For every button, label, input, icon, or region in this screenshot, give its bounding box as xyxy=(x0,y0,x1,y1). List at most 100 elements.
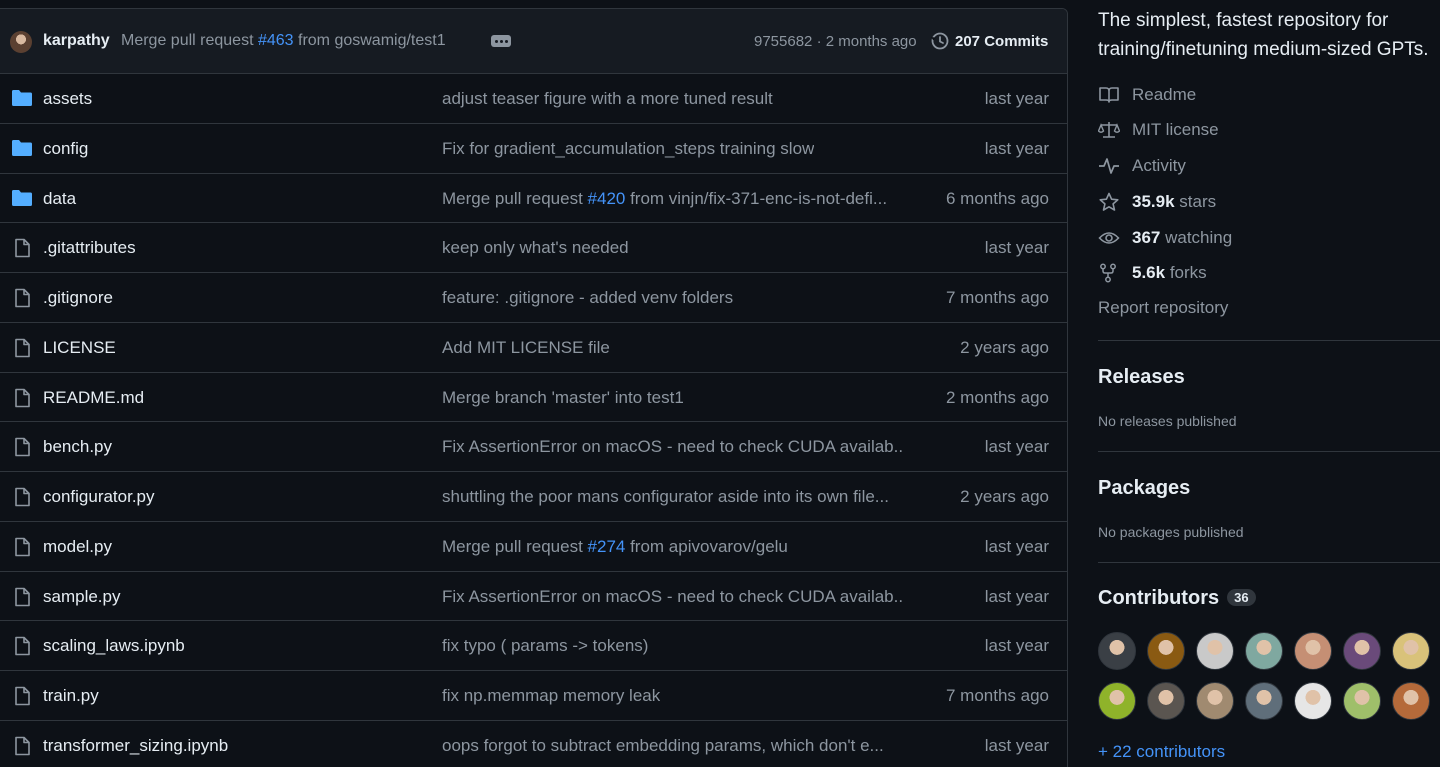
commit-message-text[interactable]: shuttling the poor mans configurator asi… xyxy=(442,487,889,506)
commit-message-text[interactable]: Add MIT LICENSE file xyxy=(442,338,610,357)
contributor-avatar[interactable] xyxy=(1343,632,1381,670)
file-commit-message[interactable]: fix np.memmap memory leak xyxy=(442,686,660,706)
file-commit-message[interactable]: oops forgot to subtract embedding params… xyxy=(442,736,884,756)
watching-label: watching xyxy=(1160,228,1233,247)
file-commit-message[interactable]: fix typo ( params -> tokens) xyxy=(442,636,648,656)
file-name[interactable]: data xyxy=(43,189,76,209)
contributor-avatar[interactable] xyxy=(1098,632,1136,670)
file-commit-message[interactable]: shuttling the poor mans configurator asi… xyxy=(442,487,889,507)
file-commit-age: last year xyxy=(984,437,1049,457)
pr-link[interactable]: #420 xyxy=(588,189,626,208)
contributor-avatar[interactable] xyxy=(1343,682,1381,720)
file-icon xyxy=(12,487,32,512)
commit-message-text[interactable]: Fix AssertionError on macOS - need to ch… xyxy=(442,587,904,606)
file-commit-message[interactable]: feature: .gitignore - added venv folders xyxy=(442,288,733,308)
contributor-avatar[interactable] xyxy=(1147,632,1185,670)
file-row[interactable]: assets adjust teaser figure with a more t… xyxy=(0,74,1067,124)
activity-label: Activity xyxy=(1132,156,1186,175)
file-name[interactable]: scaling_laws.ipynb xyxy=(43,636,185,656)
commit-author[interactable]: karpathy xyxy=(43,32,110,50)
file-commit-message[interactable]: Add MIT LICENSE file xyxy=(442,338,610,358)
file-name[interactable]: sample.py xyxy=(43,587,120,607)
file-commit-message[interactable]: Merge branch 'master' into test1 xyxy=(442,388,684,408)
file-commit-message[interactable]: adjust teaser figure with a more tuned r… xyxy=(442,89,773,109)
file-row[interactable]: train.py fix np.memmap memory leak 7 month… xyxy=(0,671,1067,721)
contributor-avatar[interactable] xyxy=(1392,682,1430,720)
packages-heading[interactable]: Packages xyxy=(1098,477,1190,500)
contributor-avatar[interactable] xyxy=(1392,632,1430,670)
commit-message-prefix[interactable]: Merge pull request xyxy=(442,189,588,208)
file-name[interactable]: model.py xyxy=(43,537,112,557)
contributor-avatar[interactable] xyxy=(1196,632,1234,670)
commit-message-suffix[interactable]: from vinjn/fix-371-enc-is-not-defi... xyxy=(625,189,887,208)
file-row[interactable]: model.py Merge pull request #274 from api… xyxy=(0,522,1067,572)
commit-message-text[interactable]: fix np.memmap memory leak xyxy=(442,686,660,705)
commit-message-prefix[interactable]: Merge pull request xyxy=(442,537,588,556)
file-name[interactable]: config xyxy=(43,139,88,159)
file-name[interactable]: train.py xyxy=(43,686,99,706)
pr-link[interactable]: #274 xyxy=(588,537,626,556)
more-contributors-link[interactable]: + 22 contributors xyxy=(1098,742,1225,762)
commit-message-text[interactable]: Fix for gradient_accumulation_steps trai… xyxy=(442,139,814,158)
file-name[interactable]: LICENSE xyxy=(43,338,116,358)
book-icon xyxy=(1099,87,1119,103)
commit-sha-time[interactable]: 9755682 · 2 months ago xyxy=(754,33,917,50)
file-name[interactable]: transformer_sizing.ipynb xyxy=(43,736,228,756)
contributor-avatar[interactable] xyxy=(1147,682,1185,720)
stars-label: stars xyxy=(1174,192,1217,211)
contributor-avatar[interactable] xyxy=(1294,682,1332,720)
file-row[interactable]: .gitignore feature: .gitignore - added ve… xyxy=(0,273,1067,323)
contributor-avatar[interactable] xyxy=(1294,632,1332,670)
file-commit-message[interactable]: keep only what's needed xyxy=(442,238,629,258)
releases-heading[interactable]: Releases xyxy=(1098,366,1185,389)
file-row[interactable]: configurator.py shuttling the poor mans c… xyxy=(0,472,1067,522)
commit-message[interactable]: Merge pull request #463 from goswamig/te… xyxy=(121,32,446,50)
commit-message-text[interactable]: fix typo ( params -> tokens) xyxy=(442,636,648,655)
contributor-avatar[interactable] xyxy=(1245,682,1283,720)
commit-message-suffix[interactable]: from apivovarov/gelu xyxy=(625,537,788,556)
file-name[interactable]: .gitignore xyxy=(43,288,113,308)
file-commit-message[interactable]: Fix AssertionError on macOS - need to ch… xyxy=(442,587,904,607)
commit-message-text[interactable]: Fix AssertionError on macOS - need to ch… xyxy=(442,437,904,456)
file-name[interactable]: configurator.py xyxy=(43,487,155,507)
file-commit-age: last year xyxy=(984,238,1049,258)
report-repository-link[interactable]: Report repository xyxy=(1098,298,1228,318)
forks-count: 5.6k xyxy=(1132,263,1166,282)
contributor-avatar[interactable] xyxy=(1196,682,1234,720)
commit-details-ellipsis-button[interactable] xyxy=(491,35,511,47)
file-commit-age: 2 years ago xyxy=(960,487,1049,506)
watching-text: 367 watching xyxy=(1132,228,1232,248)
file-commit-message[interactable]: Fix for gradient_accumulation_steps trai… xyxy=(442,139,814,159)
file-commit-message[interactable]: Fix AssertionError on macOS - need to ch… xyxy=(442,437,904,457)
contributor-avatar[interactable] xyxy=(1245,632,1283,670)
readme-label: Readme xyxy=(1132,85,1197,104)
file-name[interactable]: bench.py xyxy=(43,437,112,457)
commit-message-text[interactable]: keep only what's needed xyxy=(442,238,629,257)
file-row[interactable]: transformer_sizing.ipynb oops forgot to s… xyxy=(0,721,1067,767)
divider xyxy=(1098,562,1440,563)
file-row[interactable]: scaling_laws.ipynb fix typo ( params -> t… xyxy=(0,621,1067,671)
file-commit-message[interactable]: Merge pull request #420 from vinjn/fix-3… xyxy=(442,189,887,209)
commit-message-text[interactable]: adjust teaser figure with a more tuned r… xyxy=(442,89,773,108)
file-name[interactable]: assets xyxy=(43,89,92,109)
folder-icon xyxy=(12,189,32,212)
file-row[interactable]: config Fix for gradient_accumulation_step… xyxy=(0,124,1067,174)
file-name[interactable]: .gitattributes xyxy=(43,238,136,258)
commit-message-text[interactable]: oops forgot to subtract embedding params… xyxy=(442,736,884,755)
file-row[interactable]: README.md Merge branch 'master' into test… xyxy=(0,373,1067,423)
file-row[interactable]: bench.py Fix AssertionError on macOS - ne… xyxy=(0,422,1067,472)
commit-message-text[interactable]: feature: .gitignore - added venv folders xyxy=(442,288,733,307)
file-row[interactable]: sample.py Fix AssertionError on macOS - n… xyxy=(0,572,1067,622)
commit-message-suffix[interactable]: from goswamig/test1 xyxy=(294,32,446,49)
commit-pr-link[interactable]: #463 xyxy=(258,32,294,49)
file-row[interactable]: data Merge pull request #420 from vinjn/f… xyxy=(0,174,1067,224)
author-avatar[interactable] xyxy=(10,31,32,53)
commit-message-prefix[interactable]: Merge pull request xyxy=(121,32,258,49)
file-row[interactable]: .gitattributes keep only what's needed las… xyxy=(0,223,1067,273)
commit-message-text[interactable]: Merge branch 'master' into test1 xyxy=(442,388,684,407)
file-row[interactable]: LICENSE Add MIT LICENSE file 2 years ago xyxy=(0,323,1067,373)
file-name[interactable]: README.md xyxy=(43,388,144,408)
contributor-avatar[interactable] xyxy=(1098,682,1136,720)
contributors-heading[interactable]: Contributors 36 xyxy=(1098,587,1256,610)
file-commit-message[interactable]: Merge pull request #274 from apivovarov/… xyxy=(442,537,788,557)
